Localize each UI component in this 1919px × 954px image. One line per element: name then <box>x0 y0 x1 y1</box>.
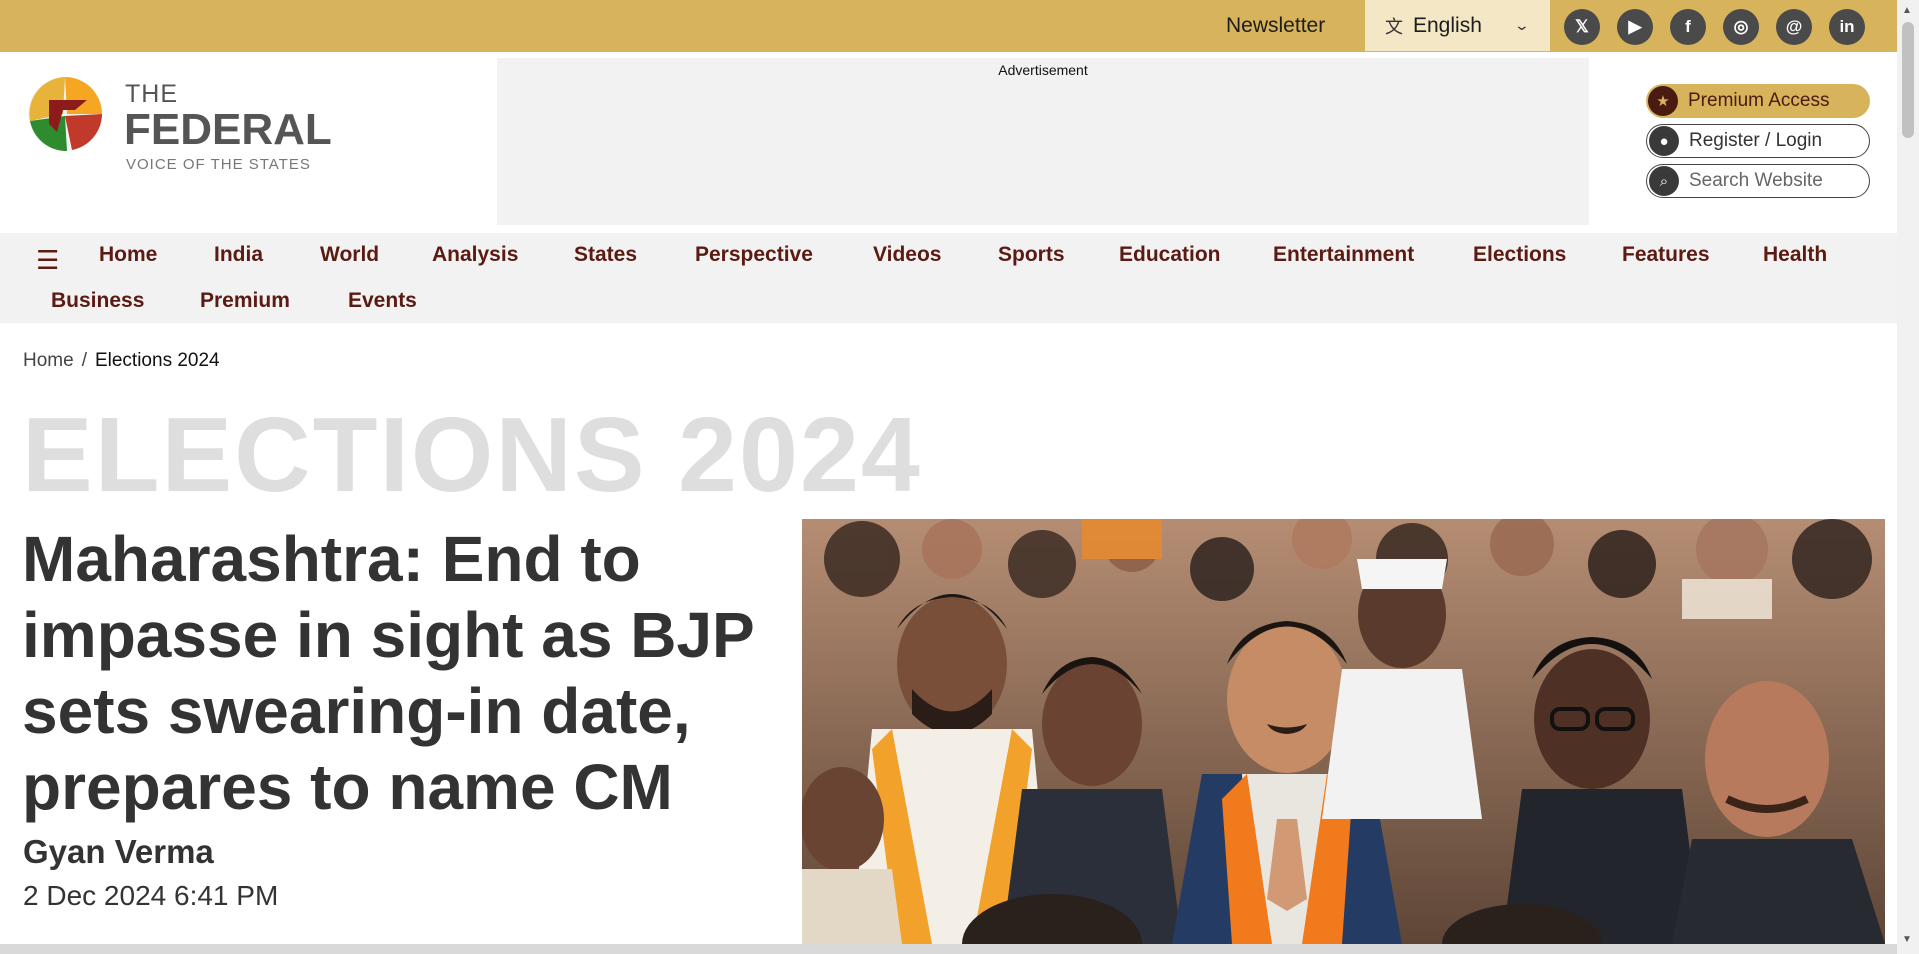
breadcrumb-separator: / <box>81 350 87 371</box>
advertisement-slot: Advertisement <box>497 58 1589 225</box>
nav-item-analysis[interactable]: Analysis <box>432 243 518 267</box>
youtube-icon[interactable]: ▶ <box>1617 9 1653 45</box>
nav-item-perspective[interactable]: Perspective <box>695 243 813 267</box>
scroll-up-icon[interactable]: ▲ <box>1902 5 1912 16</box>
nav-item-features[interactable]: Features <box>1622 243 1710 267</box>
translate-icon: 文 <box>1385 16 1403 37</box>
scroll-down-icon[interactable]: ▼ <box>1902 934 1912 945</box>
article-headline: Maharashtra: End to impasse in sight as … <box>22 523 754 823</box>
facebook-icon[interactable]: f <box>1670 9 1706 45</box>
breadcrumb-home[interactable]: Home <box>23 350 74 371</box>
article-date: 2 Dec 2024 6:41 PM <box>23 880 279 911</box>
section-title: ELECTIONS 2024 <box>22 396 922 514</box>
top-bar: Newsletter 文 English ⌄ 𝕏 ▶ f ◎ @ in <box>0 0 1897 52</box>
nav-item-videos[interactable]: Videos <box>873 243 941 267</box>
bottom-strip <box>0 944 1897 954</box>
article-author[interactable]: Gyan Verma <box>23 833 214 871</box>
hamburger-menu-icon[interactable]: ☰ <box>36 245 59 276</box>
nav-item-business[interactable]: Business <box>51 289 144 313</box>
register-login-button[interactable]: ● Register / Login <box>1646 124 1870 158</box>
premium-access-button[interactable]: ★ Premium Access <box>1646 84 1870 118</box>
article-hero-image <box>802 519 1885 944</box>
threads-icon[interactable]: @ <box>1776 9 1812 45</box>
nav-item-entertainment[interactable]: Entertainment <box>1273 243 1414 267</box>
nav-item-states[interactable]: States <box>574 243 637 267</box>
nav-item-premium[interactable]: Premium <box>200 289 290 313</box>
scrollbar-thumb[interactable] <box>1902 22 1914 138</box>
search-input[interactable]: ⌕ Search Website <box>1646 164 1870 198</box>
page-scrollbar[interactable]: ▲ ▼ <box>1897 0 1919 954</box>
logo-name: FEDERAL <box>124 105 332 154</box>
newsletter-link[interactable]: Newsletter <box>1226 14 1325 38</box>
user-icon: ● <box>1649 126 1679 156</box>
nav-item-health[interactable]: Health <box>1763 243 1827 267</box>
advertisement-label: Advertisement <box>998 62 1088 78</box>
search-placeholder: Search Website <box>1689 170 1823 191</box>
premium-access-label: Premium Access <box>1688 90 1830 111</box>
breadcrumb: Home / Elections 2024 <box>23 350 220 372</box>
social-links: 𝕏 ▶ f ◎ @ in <box>1564 9 1865 45</box>
crowd-photo-illustration <box>802 519 1885 944</box>
logo-tagline: VOICE OF THE STATES <box>126 156 311 173</box>
star-icon: ★ <box>1648 86 1678 116</box>
x-icon[interactable]: 𝕏 <box>1564 9 1600 45</box>
linkedin-icon[interactable]: in <box>1829 9 1865 45</box>
nav-item-events[interactable]: Events <box>348 289 417 313</box>
language-selector[interactable]: 文 English ⌄ <box>1365 0 1550 51</box>
federal-logo-icon <box>28 77 102 152</box>
main-nav: ☰ Home India World Analysis States Persp… <box>0 233 1897 323</box>
nav-item-sports[interactable]: Sports <box>998 243 1065 267</box>
register-login-label: Register / Login <box>1689 130 1823 151</box>
instagram-icon[interactable]: ◎ <box>1723 9 1759 45</box>
search-icon: ⌕ <box>1649 166 1679 196</box>
nav-item-world[interactable]: World <box>320 243 379 267</box>
nav-item-india[interactable]: India <box>214 243 263 267</box>
nav-item-education[interactable]: Education <box>1119 243 1221 267</box>
language-label: English <box>1413 13 1482 37</box>
nav-item-home[interactable]: Home <box>99 243 157 267</box>
breadcrumb-current: Elections 2024 <box>94 350 220 371</box>
chevron-down-icon: ⌄ <box>1513 17 1531 33</box>
nav-item-elections[interactable]: Elections <box>1473 243 1566 267</box>
